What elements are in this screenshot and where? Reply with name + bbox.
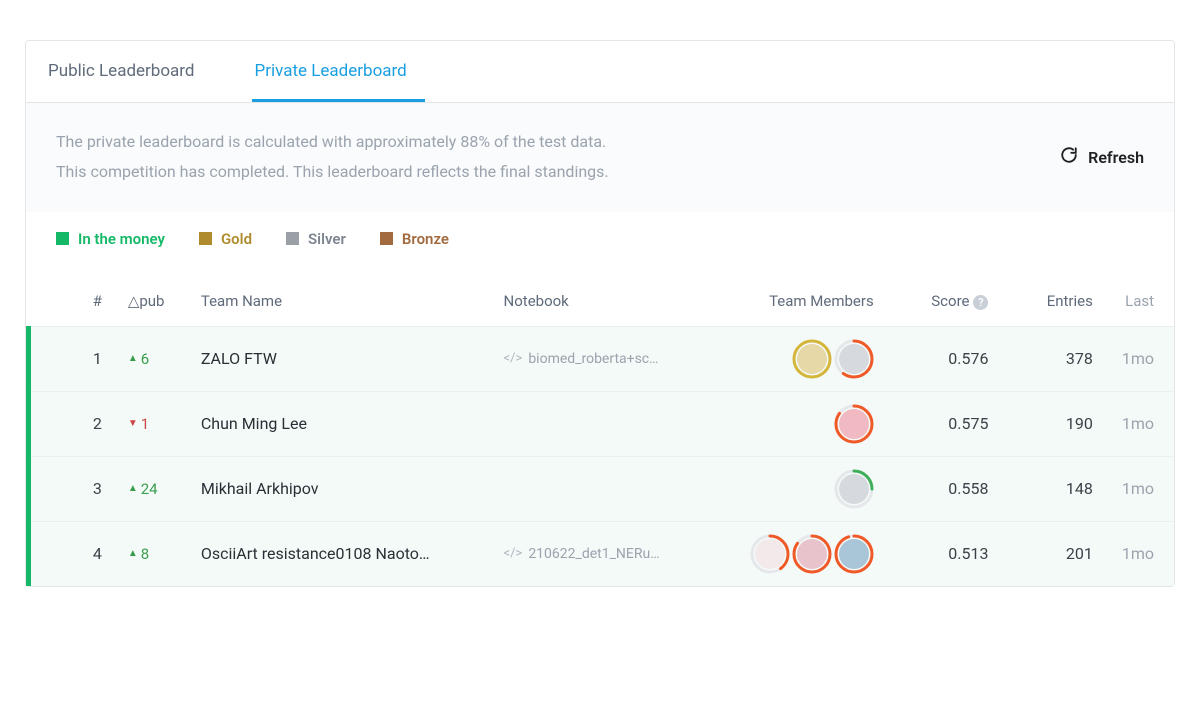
arrow-down-icon: ▼ bbox=[128, 418, 138, 429]
notebook-cell[interactable]: </>biomed_roberta+sc… bbox=[496, 326, 705, 391]
info-line-2: This competition has completed. This lea… bbox=[56, 157, 609, 187]
entries-cell: 190 bbox=[996, 391, 1100, 456]
members-cell bbox=[704, 326, 881, 391]
team-name[interactable]: Chun Ming Lee bbox=[193, 391, 496, 456]
avatar[interactable] bbox=[792, 339, 832, 379]
swatch-silver bbox=[286, 232, 299, 245]
legend-silver: Silver bbox=[286, 230, 346, 248]
last-cell: 1mo bbox=[1101, 391, 1174, 456]
help-icon[interactable]: ? bbox=[973, 295, 988, 310]
rank-cell: 2 bbox=[29, 391, 120, 456]
info-bar: The private leaderboard is calculated wi… bbox=[26, 103, 1174, 212]
delta-cell: ▼1 bbox=[120, 391, 193, 456]
delta-cell: ▲8 bbox=[120, 521, 193, 586]
rank-cell: 3 bbox=[29, 456, 120, 521]
leaderboard-table: # △pub Team Name Notebook Team Members S… bbox=[26, 264, 1174, 586]
score-cell: 0.558 bbox=[882, 456, 997, 521]
avatar[interactable] bbox=[834, 404, 874, 444]
last-cell: 1mo bbox=[1101, 456, 1174, 521]
score-cell: 0.576 bbox=[882, 326, 997, 391]
table-row[interactable]: 1▲6ZALO FTW</>biomed_roberta+sc… 0.576378… bbox=[29, 326, 1175, 391]
notebook-cell bbox=[496, 456, 705, 521]
last-cell: 1mo bbox=[1101, 326, 1174, 391]
refresh-button[interactable]: Refresh bbox=[1060, 146, 1144, 168]
col-header-entries[interactable]: Entries bbox=[996, 264, 1100, 327]
col-header-team[interactable]: Team Name bbox=[193, 264, 496, 327]
swatch-bronze bbox=[380, 232, 393, 245]
col-header-rank[interactable]: # bbox=[29, 264, 120, 327]
table-row[interactable]: 3▲24Mikhail Arkhipov 0.5581481mo bbox=[29, 456, 1175, 521]
tab-private-leaderboard[interactable]: Private Leaderboard bbox=[252, 41, 424, 102]
arrow-up-icon: ▲ bbox=[128, 548, 138, 559]
legend: In the money Gold Silver Bronze bbox=[26, 212, 1174, 264]
col-header-notebook[interactable]: Notebook bbox=[496, 264, 705, 327]
tabs: Public Leaderboard Private Leaderboard bbox=[26, 41, 1174, 103]
info-text: The private leaderboard is calculated wi… bbox=[56, 127, 609, 188]
tab-public-leaderboard[interactable]: Public Leaderboard bbox=[46, 41, 212, 102]
col-header-members[interactable]: Team Members bbox=[704, 264, 881, 327]
notebook-cell[interactable]: </>210622_det1_NERu… bbox=[496, 521, 705, 586]
members-cell bbox=[704, 521, 881, 586]
legend-in-the-money: In the money bbox=[56, 230, 165, 248]
members-cell bbox=[704, 391, 881, 456]
table-row[interactable]: 2▼1Chun Ming Lee 0.5751901mo bbox=[29, 391, 1175, 456]
avatar[interactable] bbox=[750, 534, 790, 574]
rank-cell: 1 bbox=[29, 326, 120, 391]
delta-cell: ▲24 bbox=[120, 456, 193, 521]
team-name[interactable]: OsciiArt resistance0108 Naoto… bbox=[193, 521, 496, 586]
refresh-label: Refresh bbox=[1088, 148, 1144, 167]
col-header-last[interactable]: Last bbox=[1101, 264, 1174, 327]
last-cell: 1mo bbox=[1101, 521, 1174, 586]
code-icon: </> bbox=[504, 546, 523, 561]
arrow-up-icon: ▲ bbox=[128, 353, 138, 364]
notebook-cell bbox=[496, 391, 705, 456]
legend-bronze: Bronze bbox=[380, 230, 449, 248]
legend-gold: Gold bbox=[199, 230, 252, 248]
avatar[interactable] bbox=[834, 469, 874, 509]
arrow-up-icon: ▲ bbox=[128, 483, 138, 494]
score-cell: 0.513 bbox=[882, 521, 997, 586]
swatch-money bbox=[56, 232, 69, 245]
swatch-gold bbox=[199, 232, 212, 245]
members-cell bbox=[704, 456, 881, 521]
table-row[interactable]: 4▲8OsciiArt resistance0108 Naoto…</>2106… bbox=[29, 521, 1175, 586]
entries-cell: 378 bbox=[996, 326, 1100, 391]
team-name[interactable]: Mikhail Arkhipov bbox=[193, 456, 496, 521]
avatar[interactable] bbox=[834, 534, 874, 574]
avatar[interactable] bbox=[834, 339, 874, 379]
col-header-score[interactable]: Score? bbox=[882, 264, 997, 327]
rank-cell: 4 bbox=[29, 521, 120, 586]
delta-cell: ▲6 bbox=[120, 326, 193, 391]
refresh-icon bbox=[1060, 146, 1078, 168]
col-header-delta[interactable]: △pub bbox=[120, 264, 193, 327]
avatar[interactable] bbox=[792, 534, 832, 574]
score-cell: 0.575 bbox=[882, 391, 997, 456]
team-name[interactable]: ZALO FTW bbox=[193, 326, 496, 391]
entries-cell: 201 bbox=[996, 521, 1100, 586]
entries-cell: 148 bbox=[996, 456, 1100, 521]
info-line-1: The private leaderboard is calculated wi… bbox=[56, 127, 609, 157]
code-icon: </> bbox=[504, 351, 523, 366]
